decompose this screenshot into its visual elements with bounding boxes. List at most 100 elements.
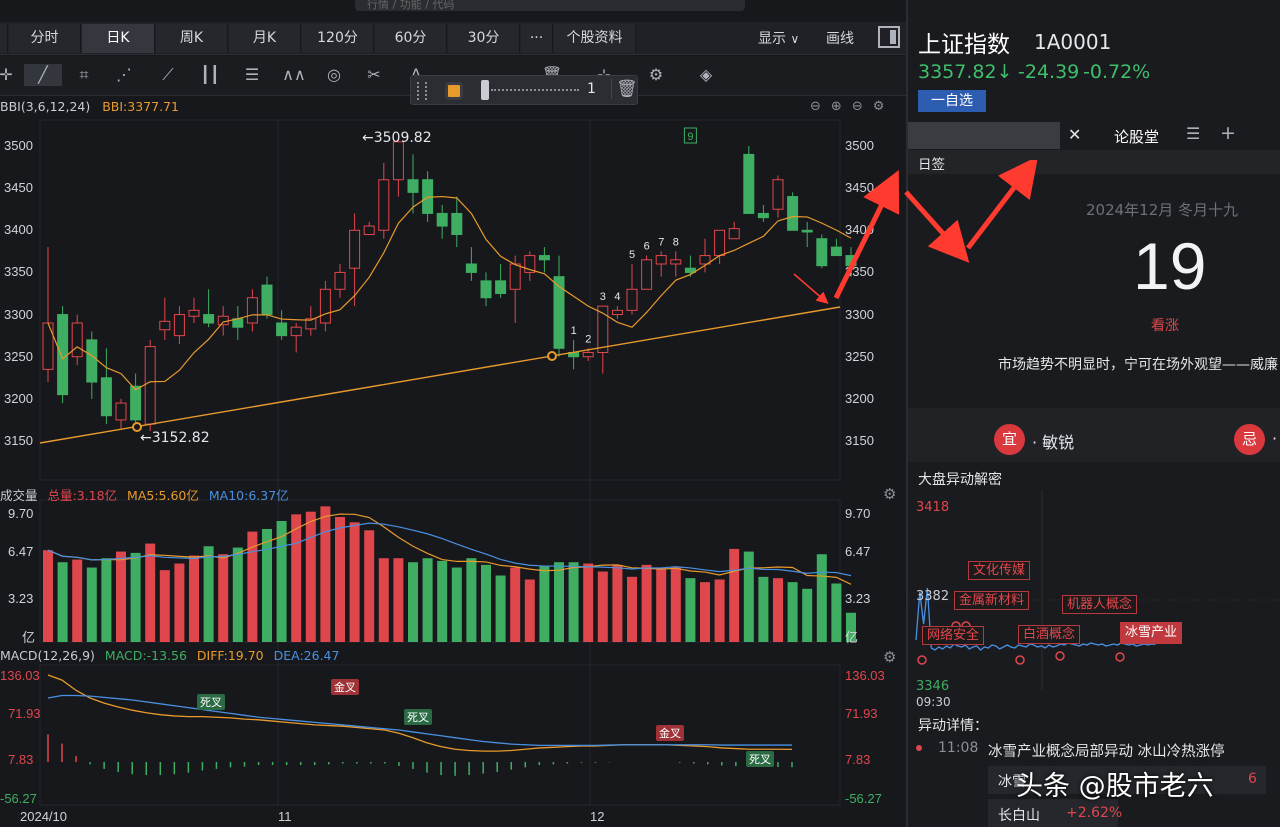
volume-bar (232, 547, 243, 642)
menu-icon[interactable]: ☰ (1186, 124, 1200, 143)
volume-bar (758, 576, 769, 642)
candle-body (480, 280, 492, 299)
volume-bar (437, 560, 448, 642)
td-count-label: 4 (614, 291, 620, 303)
sentiment-label: 看涨 (1151, 318, 1179, 334)
volume-ma5: MA5:5.60亿 (127, 488, 199, 503)
anomaly-axis-mid: 3382 (916, 589, 950, 604)
volume-bar (568, 562, 579, 642)
td-count-label: 6 (644, 241, 650, 253)
trendline-anchor-2 (547, 351, 557, 361)
volume-bar (72, 559, 83, 642)
candle-body (728, 228, 740, 240)
candle-body (57, 314, 69, 396)
candle-body (743, 153, 755, 214)
candle-body (130, 385, 142, 421)
kline-chart[interactable]: 死叉金叉死叉金叉死叉 123 456 7 89 (0, 0, 906, 827)
bbi-line (47, 195, 852, 391)
signal-label: 死叉 (200, 697, 222, 709)
candle-body (363, 225, 375, 235)
tag-robot[interactable]: 机器人概念 (1062, 595, 1138, 614)
index-change-pct: -0.72% (1083, 61, 1151, 83)
vol-axis-right-3: 3.23 (845, 591, 871, 606)
tag-metal-materials[interactable]: 金属新材料 (954, 591, 1030, 610)
volume-header: 成交量 总量:3.18亿 MA5:5.60亿 MA10:6.37亿 (0, 485, 289, 504)
volume-bar (174, 563, 185, 642)
price-axis-left-3150: 3150 (4, 433, 33, 448)
close-icon[interactable]: ✕ (1068, 125, 1081, 144)
right-panel: 上证指数 1A0001 3357.82↓ -24.39 -0.72% 一自选 ✕… (906, 0, 1280, 827)
volume-bar (729, 548, 740, 642)
price-axis-left-3250: 3250 (4, 348, 33, 364)
price-axis-left-3450: 3450 (4, 180, 33, 196)
low-price-marker: ←3152.82 (140, 430, 210, 446)
volume-bar (627, 576, 637, 642)
date-label-nov: 11 (278, 809, 292, 824)
td-count-label: 9 (687, 131, 693, 143)
volume-bar (393, 558, 404, 642)
macd-value: MACD:-13.56 (104, 648, 187, 663)
volume-bar (203, 546, 214, 642)
yi-badge: 宜 (994, 424, 1025, 455)
tab-forum[interactable]: 论股堂 (1114, 126, 1159, 147)
gear-icon[interactable]: ⚙ (883, 485, 896, 503)
price-axis-right-3150: 3150 (845, 433, 874, 448)
volume-bar (422, 558, 433, 642)
macd-header: MACD(12,26,9) MACD:-13.56 DIFF:19.70 DEA… (0, 648, 339, 663)
candle-body (451, 212, 463, 236)
index-code: 1A0001 (1034, 30, 1112, 54)
tag-ice-snow[interactable]: 冰雪产业 (1120, 622, 1183, 644)
volume-bar (495, 575, 506, 642)
price-axis-right-3500: 3500 (845, 138, 874, 153)
candle-body (261, 284, 273, 316)
price-axis-left-3400: 3400 (4, 222, 33, 238)
candle-body (100, 377, 112, 417)
tag-network-security[interactable]: 网络安全 (922, 626, 985, 645)
vol-axis-left-1: 9.70 (8, 506, 34, 521)
volume-bar (276, 520, 287, 642)
candle-body (626, 288, 638, 311)
macd-axis-right-3: 7.83 (845, 752, 871, 767)
candle-body (86, 339, 98, 383)
candle-body (188, 309, 200, 317)
candle-body (217, 315, 229, 326)
add-watchlist-button[interactable]: 一自选 (918, 90, 986, 112)
candle-body (349, 229, 361, 269)
detail-time: 11:08 (938, 740, 979, 756)
volume-bar (101, 558, 112, 642)
candle-body (582, 352, 594, 358)
candle-body (495, 280, 507, 295)
td-count-label: 8 (673, 236, 679, 248)
add-tab-icon[interactable]: + (1220, 122, 1236, 144)
watermark: 头条 @股市老六 (1016, 771, 1214, 802)
anomaly-marker (1055, 651, 1065, 661)
candle-body (757, 212, 769, 219)
volume-bar (466, 558, 477, 642)
price-axis-right-3200: 3200 (845, 390, 874, 406)
volume-bar (554, 562, 564, 642)
price-axis-left-3300: 3300 (4, 306, 33, 322)
candle-body (465, 263, 477, 273)
tag-culture-media[interactable]: 文化传媒 (968, 561, 1031, 580)
tab-blurred[interactable] (908, 122, 1060, 149)
candle-body (173, 314, 185, 337)
vol-axis-right-1: 9.70 (845, 506, 871, 521)
candle-body (509, 263, 521, 290)
yi-text: · 敏锐 (1032, 433, 1075, 452)
candle-body (115, 402, 127, 421)
volume-bar (685, 578, 696, 642)
day-number: 19 (1133, 229, 1207, 303)
candle-body (436, 212, 448, 227)
anomaly-axis-low: 3346 (916, 679, 950, 694)
volume-bar (305, 511, 316, 642)
ji-badge: 忌 (1234, 424, 1265, 455)
volume-bar (408, 562, 418, 642)
volume-bar (364, 530, 375, 642)
arrow-up-1 (833, 170, 900, 300)
volume-bar (145, 543, 156, 642)
candle-body (655, 255, 667, 265)
volume-bar (116, 551, 126, 642)
tag-liquor[interactable]: 白酒概念 (1018, 625, 1081, 644)
macd-axis-right-1: 136.03 (845, 668, 885, 683)
gear-icon[interactable]: ⚙ (883, 648, 896, 666)
